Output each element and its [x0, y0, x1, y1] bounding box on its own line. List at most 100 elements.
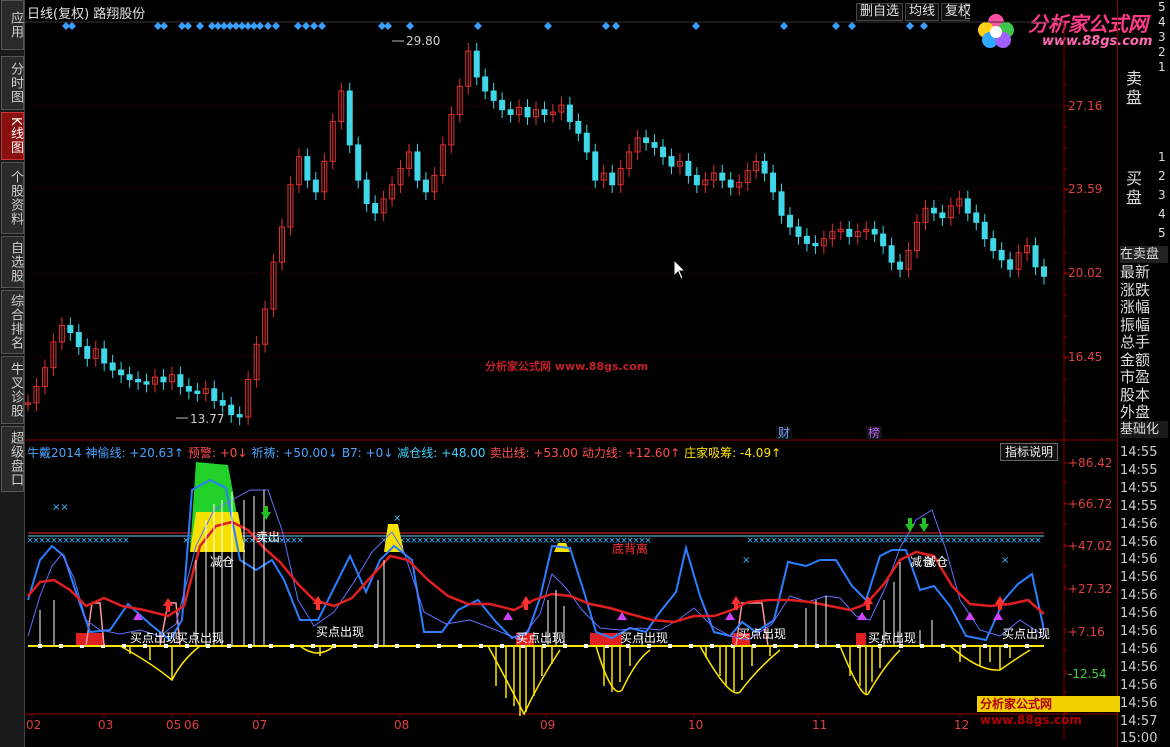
baseline-node	[353, 644, 357, 648]
candle-body	[693, 174, 700, 186]
candle-body	[990, 238, 997, 251]
indicator-value-4: B7: +0↓	[341, 446, 394, 460]
warning-triangle-icon	[993, 612, 1003, 620]
signal-diamond-icon	[848, 22, 856, 30]
candle-body	[795, 226, 802, 237]
baseline-node	[836, 644, 840, 648]
candle-body	[473, 50, 480, 78]
candle-body	[660, 146, 666, 158]
candle-body	[685, 160, 692, 176]
candle-body	[1041, 266, 1047, 277]
tick-time: 14:56	[1120, 695, 1158, 711]
indicator-value-8: 庄家吸筹: -4.09↑	[684, 446, 782, 460]
baseline-node	[500, 644, 504, 648]
candle-body	[998, 249, 1005, 261]
signal-diamond-icon	[544, 22, 552, 30]
candle-body	[346, 90, 353, 146]
baseline-node	[59, 644, 63, 648]
indicator-value-1: 神偷线: +20.63↑	[85, 446, 184, 460]
price-label: 20.02	[1068, 266, 1102, 280]
candle-body	[524, 106, 531, 118]
month-label: 07	[252, 718, 267, 732]
candle-body	[135, 378, 142, 383]
candle-body	[761, 160, 768, 174]
quote-stat-label: 涨幅	[1120, 298, 1151, 316]
sell-level-num: 3	[1158, 30, 1166, 44]
buy-signal-label: 买点出现	[738, 627, 786, 641]
quote-stat-label: 总手	[1120, 333, 1151, 351]
baseline-node	[269, 644, 273, 648]
baseline-node	[983, 644, 987, 648]
candle-body	[719, 172, 726, 181]
baseline-node	[416, 644, 420, 648]
quote-stat-label: 市盈	[1120, 368, 1151, 386]
month-label: 08	[394, 718, 409, 732]
indicator-annotation: 底背离	[612, 541, 648, 556]
month-label: 03	[98, 718, 113, 732]
candle-body	[846, 228, 853, 237]
buy-panel-label: 买盘	[1123, 170, 1142, 208]
basic-tab: 基础化	[1120, 421, 1168, 438]
candle-body	[372, 203, 379, 214]
indicator-value-2: 预警: +0↓	[187, 446, 248, 460]
signal-diamond-icon	[780, 22, 788, 30]
candle-body	[126, 374, 133, 380]
quote-stat-label: 振幅	[1120, 315, 1151, 334]
signal-diamond-icon	[474, 22, 482, 30]
sell-level-num: 4	[1158, 15, 1166, 29]
price-label: 23.59	[1068, 182, 1102, 196]
baseline-node	[794, 644, 798, 648]
candle-body	[981, 221, 988, 240]
x-mark-top: ×	[742, 555, 750, 566]
candle-body	[643, 137, 650, 144]
candle-body	[109, 362, 116, 371]
indicator-value-0: 牛戴2014	[27, 446, 82, 460]
candle-body	[236, 414, 243, 418]
x-mark: ×	[296, 536, 304, 546]
candle-body	[575, 120, 582, 134]
candle-body	[101, 348, 108, 364]
tick-time: 14:56	[1120, 659, 1158, 675]
buy-signal-label: 买点出现	[316, 625, 364, 639]
baseline-node	[395, 644, 399, 648]
indicator-axis-label: -12.54	[1068, 667, 1107, 681]
quote-status: 在卖盘	[1120, 246, 1168, 263]
candle-body	[507, 109, 514, 115]
baseline-node	[584, 644, 588, 648]
month-label: 05	[166, 718, 181, 732]
sell-arrow-icon	[919, 518, 929, 532]
baseline-node	[227, 644, 231, 648]
candle-body	[778, 191, 785, 216]
candle-body	[228, 404, 235, 416]
tick-time: 14:56	[1120, 588, 1158, 604]
signal-diamond-icon	[256, 22, 264, 30]
indicator-values-bar: 牛戴2014 神偷线: +20.63↑ 预警: +0↓ 祈祷: +50.00↓ B7: …	[27, 444, 785, 461]
candle-body	[812, 242, 819, 247]
sell-arrow-icon	[261, 506, 271, 520]
candle-body	[566, 104, 573, 122]
quote-stat-label: 涨跌	[1120, 280, 1151, 299]
candle-body	[651, 142, 658, 148]
buy-signal-label: 买点出现	[620, 631, 668, 645]
candle-body	[143, 381, 150, 385]
tick-time: 14:56	[1120, 552, 1158, 568]
sell-level-num: 1	[1158, 60, 1166, 74]
candle-body	[583, 132, 590, 153]
baseline-node	[668, 644, 672, 648]
candle-body	[1007, 259, 1014, 270]
indicator-axis-label: +47.02	[1068, 539, 1112, 553]
signal-diamond-icon	[302, 22, 310, 30]
candle-body	[880, 233, 887, 247]
tick-time: 14:56	[1120, 516, 1158, 532]
baseline-node	[941, 644, 945, 648]
accumulation-curve	[119, 645, 1031, 716]
candle-body	[803, 235, 810, 244]
signal-diamond-icon	[160, 22, 168, 30]
baseline-node	[920, 644, 924, 648]
baseline-node	[290, 644, 294, 648]
indicator-explain-button[interactable]: 指标说明	[1000, 443, 1058, 461]
signal-diamond-icon	[294, 22, 302, 30]
candle-body	[84, 346, 91, 359]
tick-time: 14:56	[1120, 677, 1158, 693]
buy-signal-bar	[76, 633, 104, 645]
